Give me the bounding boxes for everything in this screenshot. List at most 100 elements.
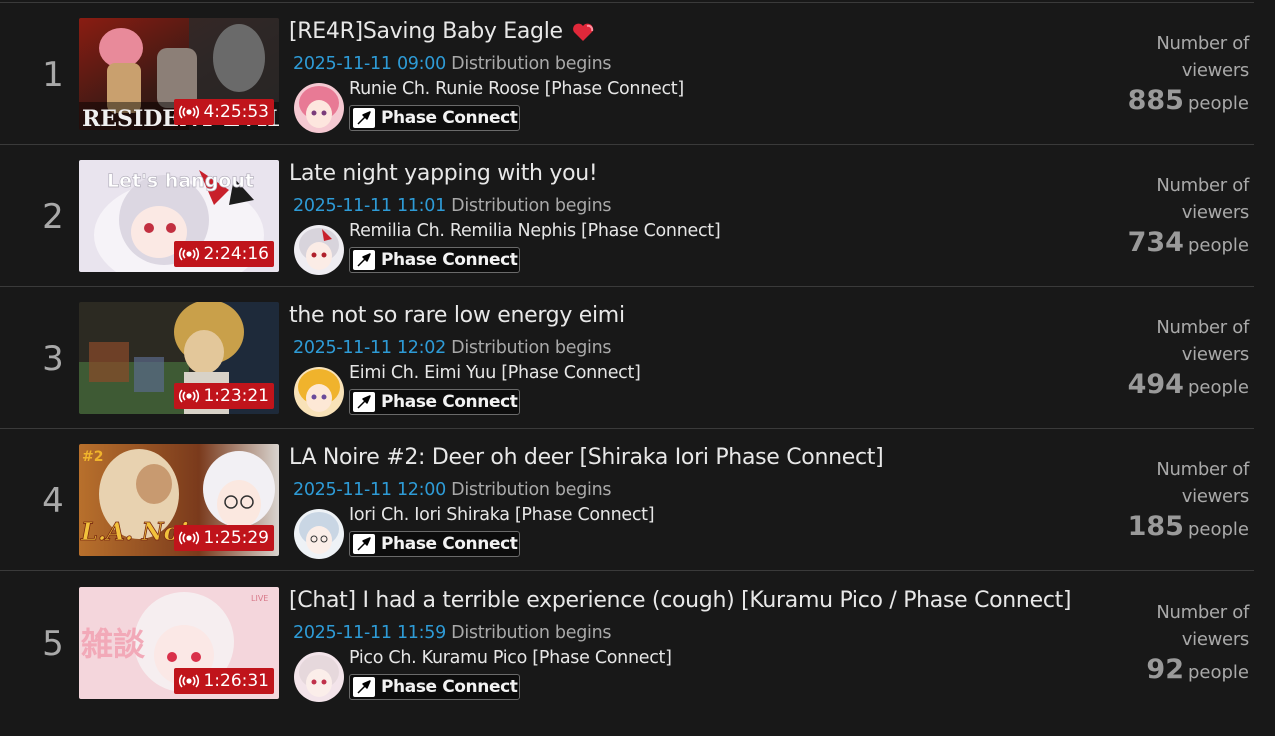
- viewers-count: 185 people: [1128, 511, 1249, 542]
- avatar-image: [294, 509, 344, 559]
- stream-row[interactable]: 2 Let's hangout 2:24:16 Late night yappi…: [0, 145, 1254, 287]
- phase-connect-icon: [353, 677, 375, 697]
- viewers-unit: people: [1187, 235, 1249, 256]
- viewers-number: 885: [1127, 85, 1184, 116]
- group-tag[interactable]: Phase Connect: [349, 247, 520, 273]
- channel-name[interactable]: Iori Ch. Iori Shiraka [Phase Connect]: [349, 505, 655, 525]
- start-label: Distribution begins: [451, 480, 612, 500]
- stream-title[interactable]: LA Noire #2: Deer oh deer [Shiraka Iori …: [289, 445, 884, 470]
- live-broadcast-icon: [179, 531, 200, 545]
- viewers-count: 494 people: [1128, 369, 1249, 400]
- stream-thumbnail[interactable]: 雑談 LIVE 1:26:31: [79, 587, 279, 699]
- stream-title[interactable]: [RE4R]Saving Baby Eagle: [289, 19, 595, 44]
- stream-start-time: 2025-11-11 12:00 Distribution begins: [293, 480, 611, 500]
- phase-connect-icon: [353, 250, 375, 270]
- viewers-label: Number of viewers: [1156, 602, 1249, 650]
- thumbnail-text: Let's hangout: [107, 170, 254, 192]
- stream-duration: 1:23:21: [203, 386, 269, 406]
- group-tag-label: Phase Connect: [381, 250, 518, 270]
- live-broadcast-icon: [179, 105, 200, 119]
- stream-title-text[interactable]: the not so rare low energy eimi: [289, 303, 625, 328]
- start-date: 2025-11-11 12:02: [293, 338, 446, 358]
- viewers-count: 734 people: [1128, 227, 1249, 258]
- rank-number: 3: [42, 339, 64, 379]
- stream-thumbnail[interactable]: 1:23:21: [79, 302, 279, 414]
- group-tag-label: Phase Connect: [381, 108, 518, 128]
- thumbnail-tag: LIVE: [251, 594, 268, 603]
- thumbnail-text: 雑談: [80, 625, 146, 663]
- stream-thumbnail[interactable]: Let's hangout 2:24:16: [79, 160, 279, 272]
- rank-number: 1: [42, 55, 64, 95]
- group-tag[interactable]: Phase Connect: [349, 389, 520, 415]
- viewers-number: 92: [1146, 654, 1184, 685]
- viewers-count: 885 people: [1128, 85, 1249, 116]
- channel-name[interactable]: Remilia Ch. Remilia Nephis [Phase Connec…: [349, 221, 721, 241]
- stream-start-time: 2025-11-11 12:02 Distribution begins: [293, 338, 611, 358]
- stream-title[interactable]: the not so rare low energy eimi: [289, 303, 625, 328]
- phase-connect-icon: [353, 534, 375, 554]
- stream-duration: 1:25:29: [203, 528, 269, 548]
- start-date: 2025-11-11 11:59: [293, 623, 446, 643]
- live-badge: 2:24:16: [174, 241, 274, 267]
- stream-thumbnail[interactable]: RESIDENT EVIL 4 4:25:53: [79, 18, 279, 130]
- channel-avatar[interactable]: [294, 225, 344, 275]
- channel-name[interactable]: Runie Ch. Runie Roose [Phase Connect]: [349, 79, 684, 99]
- start-label: Distribution begins: [451, 338, 612, 358]
- viewers-unit: people: [1187, 519, 1249, 540]
- stream-row[interactable]: 1 RESIDENT EVIL 4: [0, 3, 1254, 145]
- avatar-image: [294, 83, 344, 133]
- stream-title[interactable]: Late night yapping with you!: [289, 161, 598, 186]
- rank-number: 5: [42, 624, 64, 664]
- stream-start-time: 2025-11-11 11:59 Distribution begins: [293, 623, 611, 643]
- group-tag[interactable]: Phase Connect: [349, 105, 520, 131]
- stream-title-text[interactable]: Late night yapping with you!: [289, 161, 598, 186]
- heart-icon: [572, 23, 593, 41]
- live-badge: 1:25:29: [174, 525, 274, 551]
- stream-row[interactable]: 4 #2 L.A. Noire 1:25:29 LA Noire #2: Dee…: [0, 429, 1254, 571]
- stream-duration: 2:24:16: [203, 244, 269, 264]
- stream-title-text[interactable]: [Chat] I had a terrible experience (coug…: [289, 588, 1072, 613]
- live-broadcast-icon: [179, 674, 200, 688]
- channel-avatar[interactable]: [294, 367, 344, 417]
- stream-ranking-list: 1 RESIDENT EVIL 4: [0, 0, 1275, 736]
- live-badge: 1:23:21: [174, 383, 274, 409]
- channel-avatar[interactable]: [294, 652, 344, 702]
- live-badge: 4:25:53: [174, 99, 274, 125]
- group-tag-label: Phase Connect: [381, 534, 518, 554]
- start-date: 2025-11-11 09:00: [293, 54, 446, 74]
- stream-thumbnail[interactable]: #2 L.A. Noire 1:25:29: [79, 444, 279, 556]
- live-broadcast-icon: [179, 389, 200, 403]
- viewers-unit: people: [1187, 377, 1249, 398]
- viewers-label: Number of viewers: [1156, 459, 1249, 507]
- avatar-image: [294, 225, 344, 275]
- viewers-number: 494: [1127, 369, 1184, 400]
- stream-row[interactable]: 5 雑談 LIVE 1:26:31 [Chat] I had a terribl…: [0, 572, 1254, 714]
- start-label: Distribution begins: [451, 196, 612, 216]
- viewers-unit: people: [1187, 662, 1249, 683]
- group-tag[interactable]: Phase Connect: [349, 531, 520, 557]
- channel-name[interactable]: Eimi Ch. Eimi Yuu [Phase Connect]: [349, 363, 641, 383]
- channel-name[interactable]: Pico Ch. Kuramu Pico [Phase Connect]: [349, 648, 672, 668]
- stream-duration: 1:26:31: [203, 671, 269, 691]
- stream-duration: 4:25:53: [203, 102, 269, 122]
- phase-connect-icon: [353, 392, 375, 412]
- start-date: 2025-11-11 12:00: [293, 480, 446, 500]
- stream-row[interactable]: 3 1:23:21 the not so rare low energy eim…: [0, 287, 1254, 429]
- group-tag-label: Phase Connect: [381, 392, 518, 412]
- live-broadcast-icon: [179, 247, 200, 261]
- channel-avatar[interactable]: [294, 509, 344, 559]
- start-date: 2025-11-11 11:01: [293, 196, 446, 216]
- channel-avatar[interactable]: [294, 83, 344, 133]
- rank-number: 2: [42, 197, 64, 237]
- viewers-label: Number of viewers: [1156, 175, 1249, 223]
- group-tag[interactable]: Phase Connect: [349, 674, 520, 700]
- stream-title-text[interactable]: [RE4R]Saving Baby Eagle: [289, 19, 563, 44]
- group-tag-label: Phase Connect: [381, 677, 518, 697]
- avatar-image: [294, 652, 344, 702]
- avatar-image: [294, 367, 344, 417]
- viewers-unit: people: [1187, 93, 1249, 114]
- stream-title-text[interactable]: LA Noire #2: Deer oh deer [Shiraka Iori …: [289, 445, 884, 470]
- start-label: Distribution begins: [451, 54, 612, 74]
- stream-title[interactable]: [Chat] I had a terrible experience (coug…: [289, 588, 1072, 613]
- viewers-number: 734: [1127, 227, 1184, 258]
